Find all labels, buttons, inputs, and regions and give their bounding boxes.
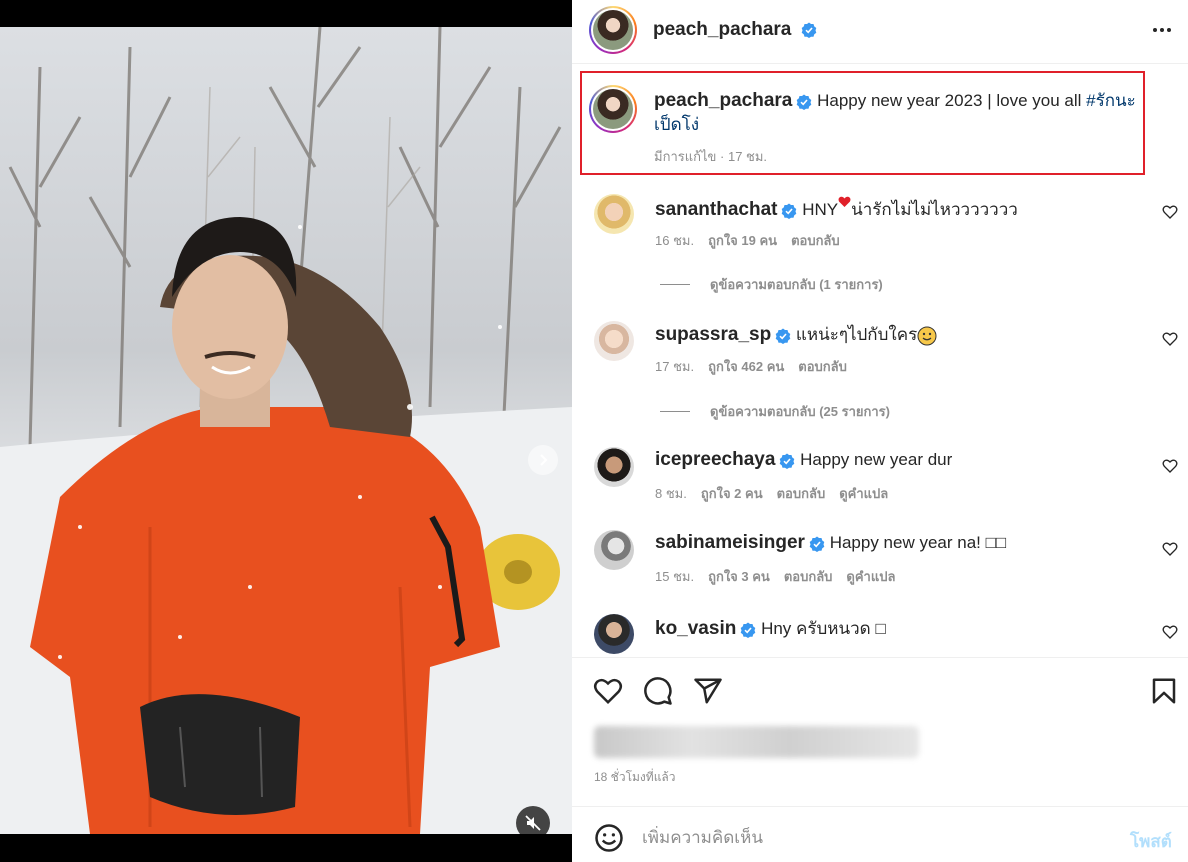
likes-summary-blurred <box>594 726 919 758</box>
video-frame-illustration <box>0 27 572 834</box>
red-heart-emoji-icon <box>838 196 851 207</box>
verified-icon <box>775 328 791 344</box>
chevron-right-icon <box>540 454 548 466</box>
view-replies-button[interactable]: ดูข้อความตอบกลับ (1 รายการ) <box>660 274 883 295</box>
view-replies-button[interactable]: ดูข้อความตอบกลับ (25 รายการ) <box>660 401 890 422</box>
reply-button[interactable]: ตอบกลับ <box>784 569 833 584</box>
author-username[interactable]: peach_pachara <box>653 19 817 41</box>
hashtag-link-cont[interactable]: เป็ดโง่ <box>654 115 699 134</box>
comment-username[interactable]: sabinameisinger <box>655 532 805 553</box>
comment-username[interactable]: supassra_sp <box>655 324 771 345</box>
media-viewer <box>0 0 572 862</box>
reply-button[interactable]: ตอบกลับ <box>791 233 840 248</box>
comment-text: Happy new year na! □□ <box>829 533 1007 552</box>
comment-icon[interactable] <box>643 676 673 706</box>
comment-time: 17 ชม. <box>655 359 695 374</box>
view-replies-label: ดูข้อความตอบกลับ (1 รายการ) <box>710 277 883 292</box>
comment-username[interactable]: sananthachat <box>655 199 777 220</box>
comment-likes[interactable]: ถูกใจ 462 คน <box>708 359 784 374</box>
verified-icon <box>780 453 795 469</box>
replies-divider <box>660 411 690 412</box>
share-icon[interactable] <box>693 676 723 706</box>
comment-meta: 16 ชม. ถูกใจ 19 คน ตอบกลับ <box>655 230 854 251</box>
verified-icon <box>809 536 825 552</box>
emoji-icon[interactable] <box>594 823 624 853</box>
edited-label: มีการแก้ไข <box>654 149 717 164</box>
comment-item: sananthachat HNY น่ารักไม่ไม่ไหววววววว <box>655 196 1018 223</box>
comment-time: 15 ชม. <box>655 569 695 584</box>
verified-icon <box>801 22 816 38</box>
bookmark-icon[interactable] <box>1149 676 1179 706</box>
author-username-text: peach_pachara <box>653 19 792 40</box>
like-comment-heart-icon[interactable] <box>1162 624 1178 640</box>
like-comment-heart-icon[interactable] <box>1162 458 1178 474</box>
caption-meta: มีการแก้ไข · 17 ชม. <box>654 149 768 164</box>
commenter-avatar[interactable] <box>594 194 634 234</box>
comment-text: Hny ครับหนวด □ <box>761 619 886 638</box>
comment-username[interactable]: ko_vasin <box>655 618 736 639</box>
translate-button[interactable]: ดูคำแปล <box>846 569 895 584</box>
like-comment-heart-icon[interactable] <box>1162 331 1178 347</box>
comment-clip-region: ko_vasin Hny ครับหนวด □ <box>572 600 1188 656</box>
like-comment-heart-icon[interactable] <box>1162 541 1178 557</box>
comment-item: icepreechaya Happy new year dur <box>655 449 952 471</box>
commenter-avatar[interactable] <box>594 614 634 654</box>
smiley-emoji-icon <box>917 326 937 346</box>
caption-text: Happy new year 2023 | love you all <box>817 91 1082 110</box>
comment-text: HNY <box>802 200 839 219</box>
comment-username[interactable]: icepreechaya <box>655 449 775 470</box>
verified-icon <box>782 203 797 219</box>
comment-time: 8 ชม. <box>655 486 687 501</box>
post-caption: peach_pachara Happy new year 2023 | love… <box>654 89 1154 137</box>
comment-meta: 17 ชม. ถูกใจ 462 คน ตอบกลับ <box>655 356 861 377</box>
comment-item: ko_vasin Hny ครับหนวด □ <box>655 615 886 642</box>
next-slide-button[interactable] <box>528 445 558 475</box>
mute-icon <box>525 815 541 831</box>
mute-button[interactable] <box>516 806 550 834</box>
post-header: peach_pachara <box>572 0 1188 64</box>
comment-text: แหน่ะๆไปกับใคร <box>795 325 918 344</box>
reply-button[interactable]: ตอบกลับ <box>798 359 847 374</box>
verified-icon <box>797 94 812 110</box>
comment-time: 16 ชม. <box>655 233 695 248</box>
commenter-avatar[interactable] <box>594 321 634 361</box>
comment-meta: 8 ชม. ถูกใจ 2 คน ตอบกลับ ดูคำแปล <box>655 483 902 504</box>
heart-icon[interactable] <box>593 676 623 706</box>
verified-icon <box>741 622 756 638</box>
post-details-panel: peach_pachara peach_pachara Happy new ye… <box>572 0 1188 862</box>
like-comment-heart-icon[interactable] <box>1162 204 1178 220</box>
more-icon[interactable] <box>1150 18 1174 42</box>
replies-divider <box>660 284 690 285</box>
post-time-ago: 18 ชั่วโมงที่แล้ว <box>594 770 676 784</box>
commenter-avatar[interactable] <box>594 530 634 570</box>
comment-input[interactable] <box>642 826 1112 850</box>
comment-item: supassra_sp แหน่ะๆไปกับใคร <box>655 321 937 348</box>
actions-divider <box>572 657 1188 658</box>
comment-text: Happy new year dur <box>800 450 953 469</box>
comment-item: sabinameisinger Happy new year na! □□ <box>655 532 1006 554</box>
post-video[interactable] <box>0 27 572 834</box>
caption-author-avatar[interactable] <box>589 85 637 133</box>
comment-likes[interactable]: ถูกใจ 19 คน <box>708 233 777 248</box>
comment-likes[interactable]: ถูกใจ 2 คน <box>701 486 763 501</box>
hashtag-link[interactable]: #รักนะ <box>1086 91 1136 110</box>
comment-box-divider <box>572 806 1188 807</box>
commenter-avatar[interactable] <box>594 447 634 487</box>
comment-meta: 15 ชม. ถูกใจ 3 คน ตอบกลับ ดูคำแปล <box>655 566 909 587</box>
comment-likes[interactable]: ถูกใจ 3 คน <box>708 569 770 584</box>
caption-username[interactable]: peach_pachara <box>654 90 792 111</box>
caption-time: 17 ชม. <box>727 149 768 164</box>
author-avatar[interactable] <box>589 6 637 54</box>
translate-button[interactable]: ดูคำแปล <box>839 486 888 501</box>
reply-button[interactable]: ตอบกลับ <box>777 486 826 501</box>
view-replies-label: ดูข้อความตอบกลับ (25 รายการ) <box>710 404 890 419</box>
comment-text-cont: น่ารักไม่ไม่ไหววววววว <box>851 200 1018 219</box>
post-comment-button[interactable]: โพสต์ <box>1130 828 1172 855</box>
